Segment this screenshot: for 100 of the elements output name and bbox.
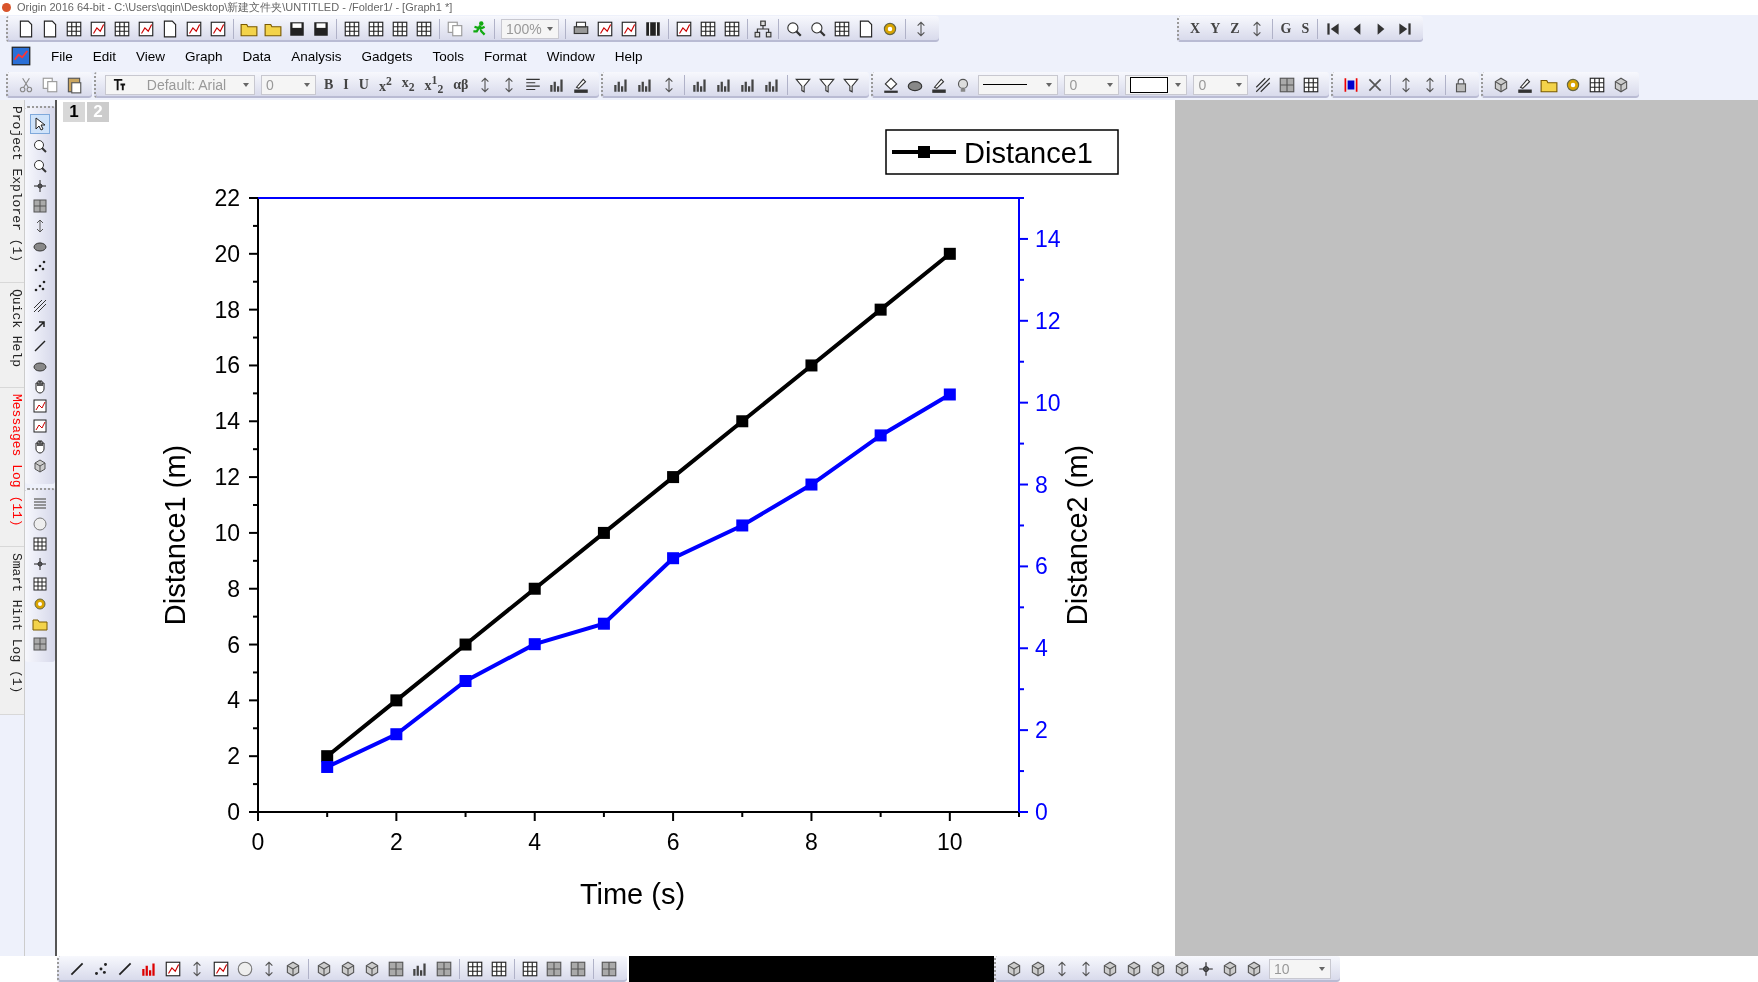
cube-icon[interactable] <box>32 457 48 474</box>
chart-icon[interactable] <box>620 19 638 38</box>
line-icon[interactable] <box>68 960 86 978</box>
text-style-button[interactable]: B <box>319 76 339 93</box>
menu-item[interactable]: Format <box>473 48 537 64</box>
zoom-icon[interactable] <box>785 19 803 38</box>
app-logo-icon[interactable] <box>11 46 31 67</box>
grid-icon[interactable] <box>435 960 453 978</box>
doc-icon[interactable] <box>161 19 179 38</box>
menu-item[interactable]: Window <box>536 48 605 64</box>
selected-tool[interactable] <box>30 113 50 134</box>
save-icon[interactable] <box>288 19 306 38</box>
menu-item[interactable]: Data <box>232 48 282 64</box>
table-icon[interactable] <box>367 19 385 38</box>
layer-tab[interactable]: 1 <box>63 101 85 122</box>
chart-icon[interactable] <box>596 19 614 38</box>
paint-bucket-icon[interactable] <box>882 75 901 94</box>
hand-icon[interactable] <box>32 377 48 394</box>
chart-icon[interactable] <box>89 19 107 38</box>
scissors-icon[interactable] <box>17 75 35 94</box>
doc-icon[interactable] <box>17 19 35 38</box>
table-icon[interactable] <box>521 960 539 978</box>
copy-icon[interactable] <box>41 75 59 94</box>
menu-item[interactable]: Gadgets <box>351 48 423 64</box>
crosshair-icon[interactable] <box>32 177 48 194</box>
table-icon[interactable] <box>723 19 741 38</box>
hatch-pattern-icon[interactable] <box>1254 75 1273 94</box>
side-tab[interactable]: Messages Log (11) <box>0 387 24 548</box>
table-icon[interactable] <box>833 19 851 38</box>
grid-icon[interactable] <box>569 960 587 978</box>
menu-item[interactable]: Graph <box>175 48 233 64</box>
copy-icon[interactable] <box>446 19 464 38</box>
menu-item[interactable]: File <box>41 48 83 64</box>
axis-button[interactable]: S <box>1296 20 1315 37</box>
table-icon[interactable] <box>65 19 83 38</box>
grid-icon[interactable] <box>32 635 48 652</box>
menu-item[interactable]: Analysis <box>281 48 352 64</box>
border-style-dropdown[interactable] <box>1125 74 1188 95</box>
chart-icon[interactable] <box>675 19 693 38</box>
side-tab[interactable]: Quick Help <box>0 282 24 388</box>
line-style-dropdown[interactable] <box>978 74 1059 95</box>
table-icon[interactable] <box>32 575 48 592</box>
text-style-button[interactable]: U <box>353 76 374 93</box>
hand-icon[interactable] <box>32 437 48 454</box>
clipboard-icon[interactable] <box>65 75 83 94</box>
table-icon[interactable] <box>466 960 484 978</box>
crosshair-icon[interactable] <box>32 555 48 572</box>
crosshair-icon[interactable] <box>1197 960 1215 978</box>
table-icon[interactable] <box>1302 75 1321 94</box>
chart-icon[interactable] <box>32 397 48 414</box>
cube-icon[interactable] <box>1125 960 1143 978</box>
cube-icon[interactable] <box>339 960 357 978</box>
cube-icon[interactable] <box>1005 960 1023 978</box>
text-style-button[interactable]: αβ <box>448 76 474 93</box>
table-icon[interactable] <box>343 19 361 38</box>
text-style-button[interactable]: x$_{2}$ <box>396 75 420 95</box>
menu-item[interactable]: Edit <box>82 48 127 64</box>
chart-icon[interactable] <box>212 960 230 978</box>
grid-icon[interactable] <box>600 960 618 978</box>
table-icon[interactable] <box>32 535 48 552</box>
cube-icon[interactable] <box>1029 960 1047 978</box>
zoom-icon[interactable] <box>809 19 827 38</box>
grid-icon[interactable] <box>545 960 563 978</box>
circle-icon[interactable] <box>236 960 254 978</box>
cube-icon[interactable] <box>1101 960 1119 978</box>
table-icon[interactable] <box>391 19 409 38</box>
chart-icon[interactable] <box>185 19 203 38</box>
chart-icon[interactable] <box>164 960 182 978</box>
table-icon[interactable] <box>490 960 508 978</box>
chart-icon[interactable] <box>32 417 48 434</box>
line-icon[interactable] <box>116 960 134 978</box>
side-tab[interactable]: Project Explorer (1) <box>0 99 24 283</box>
axis-button[interactable]: G <box>1275 20 1297 37</box>
hatch-pattern-icon[interactable] <box>32 297 48 314</box>
hierarchy-icon[interactable] <box>754 19 772 38</box>
table-icon[interactable] <box>113 19 131 38</box>
chart-icon[interactable] <box>209 19 227 38</box>
grid-icon[interactable] <box>1278 75 1297 94</box>
grid-icon[interactable] <box>387 960 405 978</box>
text-style-button[interactable]: I <box>338 76 354 93</box>
menu-item[interactable]: Tools <box>422 48 474 64</box>
zoom-icon[interactable] <box>32 137 48 154</box>
cube-icon[interactable] <box>315 960 333 978</box>
bar-icon[interactable] <box>411 960 429 978</box>
grid-icon[interactable] <box>32 197 48 214</box>
text-style-button[interactable]: x$^{2}$ <box>373 75 397 95</box>
line-icon[interactable] <box>32 337 48 354</box>
doc-icon[interactable] <box>857 19 875 38</box>
cube-icon[interactable] <box>284 960 302 978</box>
table-icon[interactable] <box>415 19 433 38</box>
axis-button[interactable]: Z <box>1225 20 1245 37</box>
menu-item[interactable]: View <box>126 48 176 64</box>
film-strip-icon[interactable] <box>644 19 662 38</box>
cube-icon[interactable] <box>1149 960 1167 978</box>
doc-icon[interactable] <box>41 19 59 38</box>
side-tab[interactable]: Smart Hint Log (1) <box>0 547 24 715</box>
cube-icon[interactable] <box>1173 960 1191 978</box>
menu-item[interactable]: Help <box>604 48 653 64</box>
table-icon[interactable] <box>699 19 717 38</box>
cube-icon[interactable] <box>363 960 381 978</box>
